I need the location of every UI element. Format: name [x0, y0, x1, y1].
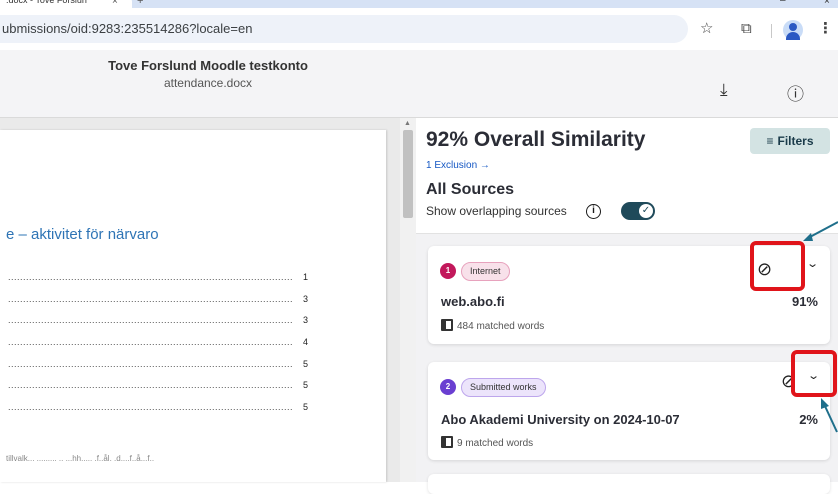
- annotation-arrow-line: [807, 221, 838, 239]
- annotation-arrows: [803, 221, 838, 433]
- annotation-arrow-line: [823, 403, 838, 433]
- annotation-arrowhead: [821, 398, 829, 409]
- annotation-arrowhead: [803, 233, 813, 241]
